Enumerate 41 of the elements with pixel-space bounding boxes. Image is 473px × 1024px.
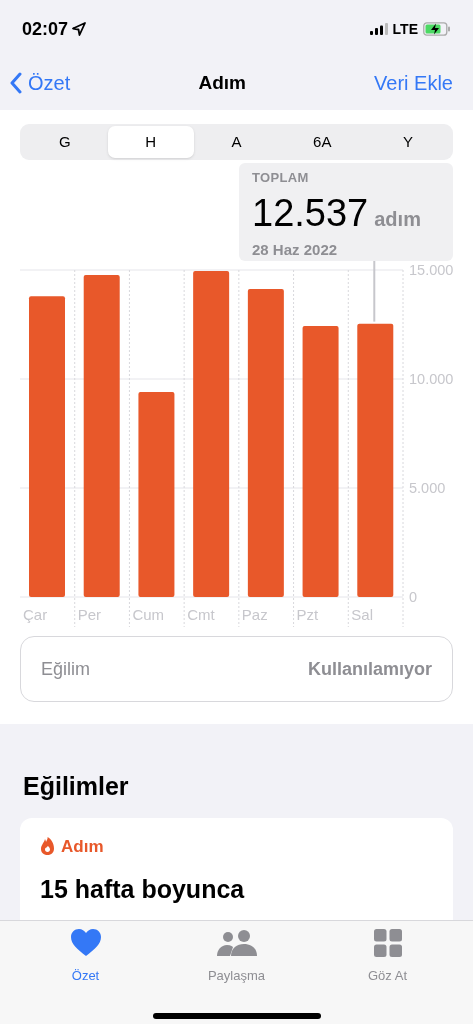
nav-title: Adım [198, 70, 246, 95]
axis-label: 10.000 [409, 371, 454, 387]
segment-tab[interactable]: Y [365, 126, 451, 158]
axis-label: Çar [23, 606, 48, 623]
axis-label: 15.000 [409, 262, 454, 278]
segment-tab[interactable]: G [22, 126, 108, 158]
flame-icon [40, 837, 55, 856]
tooltip-unit: adım [374, 208, 421, 229]
network-label: LTE [392, 19, 418, 39]
trend-card[interactable]: Adım 15 hafta boyunca [20, 817, 453, 920]
axis-label: 5.000 [409, 480, 446, 496]
tab-bar-item[interactable]: Özet [25, 929, 146, 985]
back-button[interactable]: Özet [10, 68, 71, 98]
card-category: Adım [61, 835, 104, 858]
section-heading: Eğilimler [22, 771, 130, 802]
tooltip-date: 28 Haz 2022 [252, 239, 339, 260]
segment-tab[interactable]: A [193, 126, 280, 158]
heart-icon [70, 929, 101, 956]
axis-label: Pzt [296, 606, 319, 623]
tooltip-label: TOPLAM [252, 169, 310, 187]
axis-label: Per [77, 606, 102, 623]
people-icon [216, 929, 257, 956]
trend-label: Eğilim [41, 657, 90, 681]
axis-label: Sal [351, 606, 373, 623]
tooltip-value: 12.537 [252, 193, 369, 232]
battery-charging-icon [423, 22, 451, 36]
status-time: 02:07 [22, 17, 69, 41]
add-data-button[interactable]: Veri Ekle [374, 68, 463, 98]
axis-label: Paz [241, 606, 268, 623]
chevron-left-icon [10, 72, 22, 94]
trend-value: Kullanılamıyor [307, 657, 432, 681]
grid-icon [373, 929, 402, 957]
card-title: 15 hafta boyunca [40, 874, 246, 904]
segment-tab[interactable]: 6A [279, 126, 366, 158]
axis-label: Cmt [187, 606, 215, 623]
leader-line [373, 260, 376, 323]
signal-icon [369, 23, 388, 35]
segment-tab[interactable]: H [107, 126, 194, 158]
axis-label: Cum [132, 606, 165, 623]
location-arrow-icon [72, 22, 87, 36]
axis-label: 0 [409, 589, 418, 605]
